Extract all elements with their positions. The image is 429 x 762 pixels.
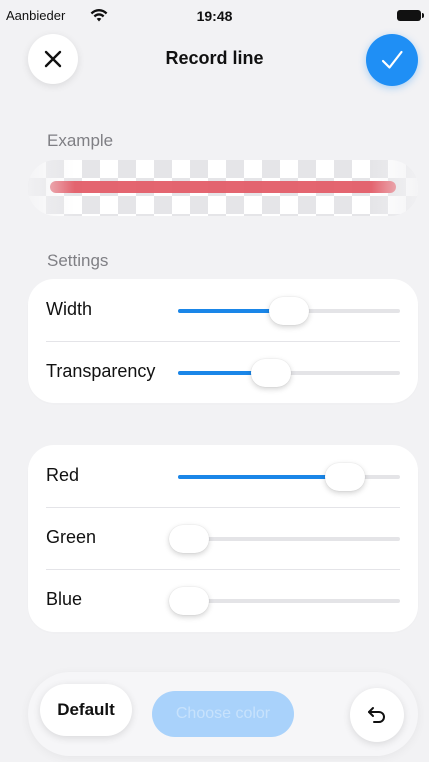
preview-fade: [28, 160, 418, 216]
undo-icon: [368, 707, 385, 723]
page-title: Record line: [165, 48, 264, 68]
example-section-label: Example: [47, 131, 114, 150]
width-label: Width: [46, 299, 93, 319]
red-row: Red: [28, 445, 418, 507]
blue-slider-thumb[interactable]: [169, 587, 210, 615]
transparency-slider[interactable]: [178, 359, 400, 387]
width-row: Width: [28, 279, 418, 341]
green-slider-thumb[interactable]: [169, 525, 210, 553]
green-slider[interactable]: [169, 525, 400, 553]
screen: Aanbieder 19:48 Record line Example Sett…: [0, 0, 429, 762]
settings-card: Width Transparency: [28, 279, 418, 403]
green-row: Green: [28, 507, 418, 569]
checkmark-icon: [381, 50, 403, 69]
battery-icon: [397, 10, 424, 21]
default-button[interactable]: Default: [40, 684, 132, 736]
blue-row: Blue: [28, 569, 418, 631]
width-slider-thumb[interactable]: [269, 297, 309, 325]
width-slider[interactable]: [178, 297, 400, 325]
line-preview: [28, 160, 418, 216]
status-bar: Aanbieder 19:48: [0, 0, 429, 28]
red-slider-thumb[interactable]: [324, 463, 365, 491]
transparency-label: Transparency: [46, 361, 156, 381]
color-card: Red Green Blue: [28, 445, 418, 632]
blue-label: Blue: [46, 589, 83, 609]
transparency-slider-thumb[interactable]: [251, 359, 292, 387]
undo-button[interactable]: [350, 688, 404, 742]
red-slider-fill: [178, 475, 345, 479]
confirm-button[interactable]: [366, 34, 418, 86]
blue-slider[interactable]: [169, 587, 400, 615]
green-label: Green: [46, 527, 97, 547]
choose-color-button[interactable]: Choose color: [152, 691, 294, 737]
status-time: 19:48: [196, 8, 233, 24]
settings-section-label: Settings: [47, 251, 109, 270]
red-label: Red: [46, 465, 80, 485]
red-slider[interactable]: [178, 463, 400, 491]
transparency-row: Transparency: [28, 341, 418, 403]
